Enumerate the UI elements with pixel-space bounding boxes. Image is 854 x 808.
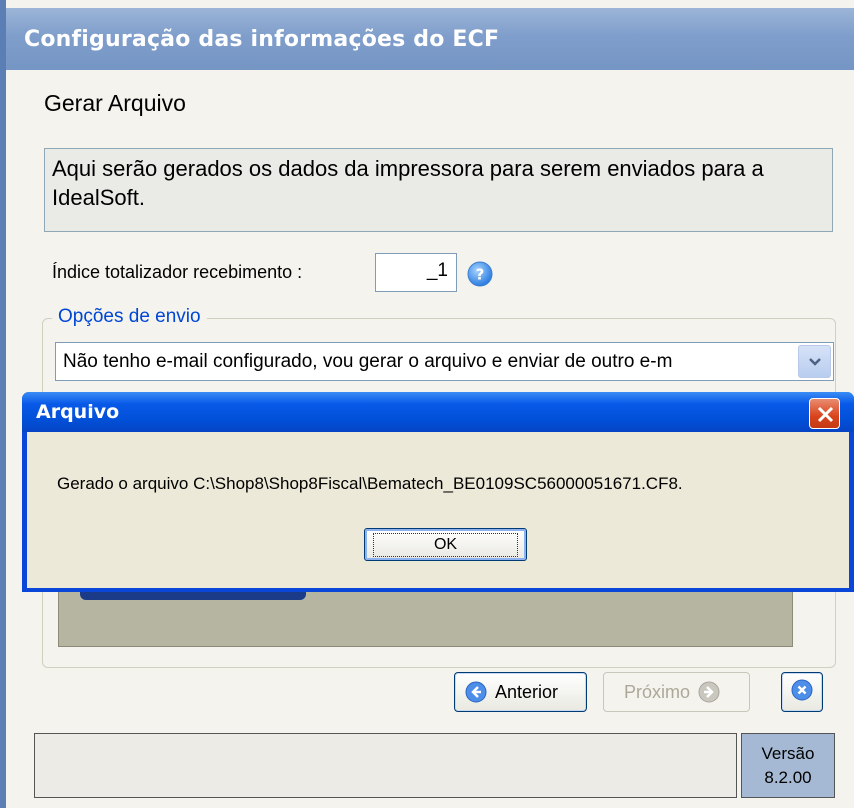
dialog-title: Arquivo (36, 401, 120, 423)
anterior-label: Anterior (495, 681, 559, 702)
window-title: Configuração das informações do ECF (24, 27, 500, 52)
window-title-bar[interactable]: Configuração das informações do ECF (6, 8, 854, 70)
dialog-body: Gerado o arquivo C:\Shop8\Shop8Fiscal\Be… (27, 432, 849, 588)
svg-text:?: ? (476, 266, 485, 284)
arrow-right-icon (698, 681, 720, 703)
anterior-button[interactable]: Anterior (454, 672, 587, 712)
arrow-left-icon (465, 681, 487, 703)
proximo-label: Próximo (624, 681, 691, 702)
close-icon (791, 679, 813, 706)
ok-button[interactable]: OK (364, 528, 527, 561)
envio-select[interactable]: Não tenho e-mail configurado, vou gerar … (55, 342, 834, 381)
version-box: Versão 8.2.00 (741, 733, 835, 798)
window-left-edge (0, 0, 6, 808)
version-value: 8.2.00 (764, 768, 812, 787)
section-title: Gerar Arquivo (44, 90, 186, 116)
close-icon (817, 406, 834, 423)
opcoes-envio-title: Opções de envio (52, 306, 207, 328)
description-box: Aqui serão gerados os dados da impressor… (44, 148, 833, 232)
status-bar (34, 733, 737, 798)
indice-input[interactable]: _1 (375, 253, 457, 292)
help-icon[interactable]: ? (466, 260, 494, 288)
close-wizard-button[interactable] (781, 672, 823, 712)
ok-label: OK (372, 532, 519, 557)
version-label: Versão (761, 744, 815, 763)
indice-label: Índice totalizador recebimento : (52, 262, 303, 282)
arquivo-dialog: Arquivo Gerado o arquivo C:\Shop8\Shop8F… (22, 392, 854, 592)
envio-select-value: Não tenho e-mail configurado, vou gerar … (63, 351, 673, 372)
chevron-down-icon[interactable] (798, 345, 831, 378)
dialog-close-button[interactable] (809, 398, 840, 429)
proximo-button[interactable]: Próximo (603, 672, 750, 712)
dialog-title-bar[interactable]: Arquivo (22, 392, 854, 432)
dialog-message: Gerado o arquivo C:\Shop8\Shop8Fiscal\Be… (57, 474, 683, 493)
